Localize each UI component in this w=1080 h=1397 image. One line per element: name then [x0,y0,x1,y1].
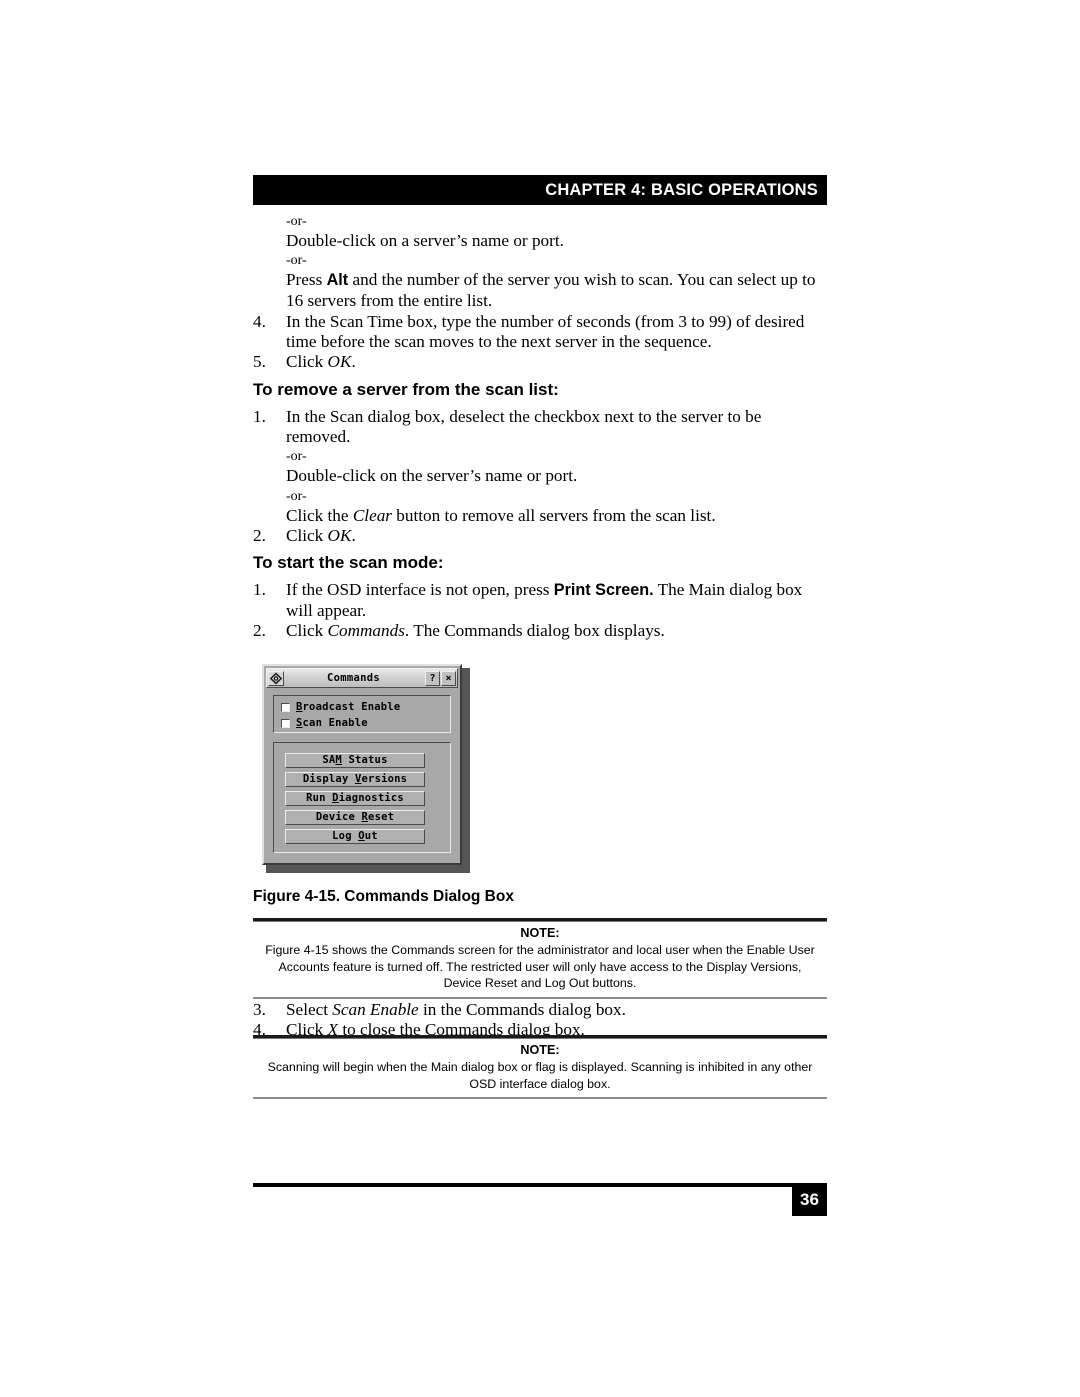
list-item: 3. Select Scan Enable in the Commands di… [253,1000,827,1020]
help-button[interactable]: ? [425,670,440,686]
run-diagnostics-button[interactable]: Run Diagnostics [285,791,425,806]
note-content: NOTE: Figure 4-15 shows the Commands scr… [253,922,827,997]
print-screen-key-label: Print Screen. [553,581,654,600]
checkbox-row-broadcast-enable[interactable]: Broadcast Enable [281,699,450,715]
clear-suffix: button to remove all servers from the sc… [392,505,716,525]
click-prefix: Click [286,525,328,545]
note-title: NOTE: [520,926,560,940]
select-prefix: Select [286,1000,333,1019]
list-item-number: 2. [253,620,266,640]
instruction-clear-button: Click the Clear button to remove all ser… [253,506,827,526]
select-suffix: in the Commands dialog box. [418,1000,626,1019]
list-item-number: 1. [253,406,266,426]
sam-status-button[interactable]: SAM Status [285,753,425,768]
chapter-title: CHAPTER 4: BASIC OPERATIONS [545,180,818,199]
period: . [351,352,356,372]
label-rest: roadcast Enable [302,701,401,713]
note-block-2: NOTE: Scanning will begin when the Main … [253,1035,827,1100]
press-alt-prefix: Press [286,270,327,290]
label-pre: SA [322,754,336,766]
log-out-button[interactable]: Log Out [285,829,425,844]
list-item: 5. Click OK. [253,352,827,372]
list-item-text: If the OSD interface is not open, press … [286,580,802,619]
section-heading-start-scan: To start the scan mode: [253,553,444,573]
list-item-text: In the Scan dialog box, deselect the che… [286,406,762,447]
list-item-number: 2. [253,525,266,545]
clear-prefix: Click the [286,505,353,525]
list-item-text: Click Commands. The Commands dialog box … [286,621,665,640]
commands-suffix: . The Commands dialog box displays. [404,620,665,640]
list-item-text: Click OK. [286,352,356,371]
scan-enable-label: Scan Enable [296,717,368,729]
broadcast-enable-label: Broadcast Enable [296,701,400,713]
or-separator: -or- [286,253,307,269]
period: . [351,525,356,545]
scan-enable-label: Scan Enable [332,1000,419,1019]
note-text: Figure 4-15 shows the Commands screen fo… [265,943,815,991]
label-post: iagnostics [338,792,404,804]
page-number-badge: 36 [792,1183,827,1216]
scan-enable-checkbox[interactable] [281,718,290,728]
osd-prefix: If the OSD interface is not open, press [286,580,554,600]
commands-dialog: Commands ? × Broadcast Enable Scan Enabl… [262,664,462,865]
document-page: CHAPTER 4: BASIC OPERATIONS -or- Double-… [0,0,1080,1397]
chapter-header-bar: CHAPTER 4: BASIC OPERATIONS [253,175,827,205]
instruction-press-alt: Press Alt and the number of the server y… [253,270,827,311]
list-item: 2. Click OK. [253,526,827,546]
label-post: ut [364,830,378,842]
list-item: 4. In the Scan Time box, type the number… [253,312,827,353]
body-text-area: -or- Double-click on a server’s name or … [253,212,827,641]
note-content: NOTE: Scanning will begin when the Main … [253,1039,827,1097]
commands-label: Commands [327,620,405,640]
list-item-text: Click OK. [286,526,356,545]
note-text: Scanning will begin when the Main dialog… [267,1060,813,1091]
figure-caption: Figure 4-15. Commands Dialog Box [253,888,514,905]
list-item-number: 1. [253,580,266,600]
broadcast-enable-checkbox[interactable] [281,702,290,712]
list-item-number: 4. [253,311,266,331]
list-item-text: In the Scan Time box, type the number of… [286,311,805,352]
dialog-checkbox-group: Broadcast Enable Scan Enable [273,695,451,733]
commands-dialog-figure: Commands ? × Broadcast Enable Scan Enabl… [262,664,470,873]
label-pre: Run [306,792,333,804]
dialog-title: Commands [327,671,380,684]
list-item-number: 5. [253,352,266,372]
close-button[interactable]: × [441,670,456,686]
or-separator: -or- [286,449,307,465]
list-item: 1. In the Scan dialog box, deselect the … [253,407,827,448]
instruction-double-click: Double-click on the server’s name or por… [286,466,578,486]
click-prefix: Click [286,620,328,640]
dialog-titlebar: Commands ? × [266,668,458,688]
note-block-1: NOTE: Figure 4-15 shows the Commands scr… [253,918,827,999]
list-item: 1. If the OSD interface is not open, pre… [253,580,827,621]
clear-label: Clear [352,505,392,525]
section-heading-remove-server: To remove a server from the scan list: [253,379,559,399]
or-separator: -or- [286,488,307,504]
label-post: eset [368,811,395,823]
device-reset-button[interactable]: Device Reset [285,810,425,825]
alt-key-label: Alt [326,271,349,290]
press-alt-rest: and the number of the server you wish to… [286,270,816,310]
ok-label: OK [327,352,352,372]
label-pre: Display [302,773,355,785]
label-rest: can Enable [302,717,368,729]
label-pre: Log [332,830,359,842]
list-item: 2. Click Commands. The Commands dialog b… [253,621,827,641]
list-item-text: Select Scan Enable in the Commands dialo… [286,1000,626,1019]
label-post: Status [341,754,388,766]
osd-logo-icon[interactable] [268,670,284,686]
list-item-number: 3. [253,1000,266,1019]
label-post: ersions [361,773,408,785]
note-rule-bottom [253,1097,827,1100]
instruction-double-click-server: Double-click on a server’s name or port. [286,231,564,250]
checkbox-row-scan-enable[interactable]: Scan Enable [281,715,450,731]
ok-label: OK [327,525,352,545]
note-title: NOTE: [520,1043,560,1057]
note-rule-bottom [253,996,827,999]
display-versions-button[interactable]: Display Versions [285,772,425,787]
footer-rule [253,1183,827,1187]
label-pre: Device [315,811,362,823]
click-prefix: Click [286,352,328,372]
or-separator: -or- [286,214,307,229]
